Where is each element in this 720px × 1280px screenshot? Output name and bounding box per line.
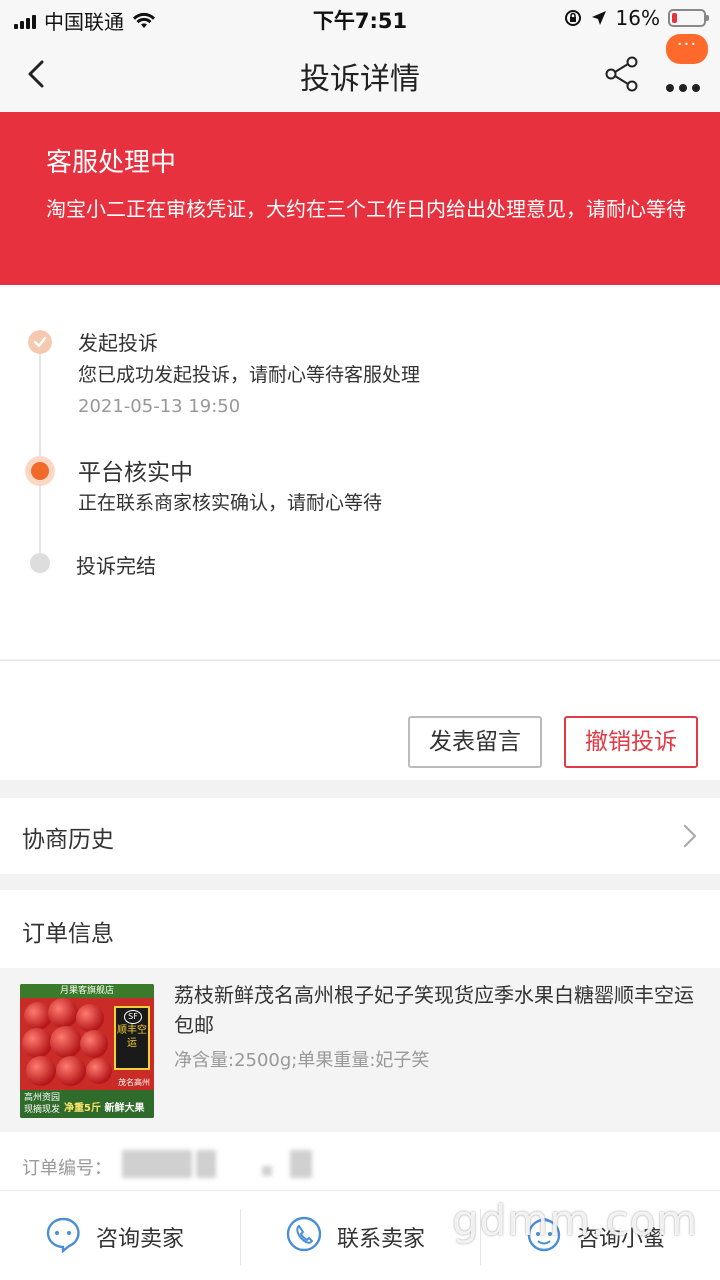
banner-title: 客服处理中 (46, 148, 177, 178)
nav-bar: 投诉详情 (0, 36, 720, 112)
product-spec: 净含量:2500g;单果重量:妃子笑 (174, 1050, 430, 1071)
message-badge[interactable]: ··· (666, 34, 708, 64)
lychee-shape (76, 1004, 104, 1032)
battery-percent: 16% (615, 6, 660, 30)
status-banner: 客服处理中 淘宝小二正在审核凭证，大约在三个工作日内给出处理意见，请耐心等待 (0, 112, 720, 285)
order-info-title: 订单信息 (22, 921, 114, 947)
weight-text: 净重5斤 (64, 1103, 101, 1114)
action-bar: 发表留言 撤销投诉 (0, 660, 720, 780)
step-description: 您已成功发起投诉，请耐心等待客服处理 (78, 364, 421, 386)
watermark: gdmm.com (452, 1196, 699, 1245)
leave-message-button[interactable]: 发表留言 (408, 716, 542, 768)
lychee-shape (48, 998, 78, 1028)
battery-fill (672, 13, 677, 23)
redacted-order-number (196, 1150, 216, 1178)
redacted-order-number (262, 1166, 272, 1176)
battery-icon (668, 9, 709, 27)
lychee-shape (86, 1058, 112, 1084)
product-name[interactable]: 荔枝新鲜茂名高州根子妃子笑现货应季水果白糖罂顺丰空运包邮 (174, 980, 694, 1040)
chevron-right-icon (683, 824, 697, 848)
lychee-shape (56, 1056, 86, 1086)
step-title: 发起投诉 (78, 331, 158, 355)
check-icon (28, 330, 52, 354)
orientation-lock-icon (564, 10, 581, 26)
contact-seller-tab[interactable]: 联系卖家 (241, 1191, 481, 1280)
sf-logo-icon: SF (124, 1010, 142, 1024)
product-card[interactable]: 月果客旗舰店 SF 顺丰空运 茂名高州 高州资园 现摘现发 净重5斤 新鲜大果 … (0, 968, 720, 1132)
consult-seller-tab[interactable]: 咨询卖家 (0, 1191, 240, 1280)
product-image-store: 月果客旗舰店 (20, 984, 154, 998)
step-description: 正在联系商家核实确认，请耐心等待 (78, 492, 383, 514)
negotiation-history-row[interactable]: 协商历史 (0, 798, 720, 874)
banner-description: 淘宝小二正在审核凭证，大约在三个工作日内给出处理意见，请耐心等待 (46, 197, 686, 221)
step-timestamp: 2021-05-13 19:50 (78, 396, 241, 417)
step-title: 投诉完结 (76, 554, 156, 578)
sf-express-badge: SF 顺丰空运 (114, 1006, 150, 1070)
lychee-shape (26, 1056, 56, 1086)
phone-icon (286, 1216, 322, 1252)
product-image-origin: 茂名高州 (118, 1078, 150, 1087)
tagline-text: 新鲜大果 (104, 1103, 145, 1114)
complaint-progress: 发起投诉 您已成功发起投诉，请耐心等待客服处理 2021-05-13 19:50… (0, 285, 720, 659)
tab-label: 咨询卖家 (96, 1227, 185, 1252)
step-title: 平台核实中 (78, 460, 193, 486)
current-step-dot-icon (25, 456, 55, 486)
chat-bubble-icon (46, 1217, 80, 1253)
lychee-shape (50, 1026, 82, 1058)
share-icon[interactable] (602, 54, 642, 94)
sf-badge-text: 顺丰空运 (117, 1025, 147, 1049)
redacted-order-number (290, 1150, 312, 1178)
order-info-section: 订单信息 月果客旗舰店 SF 顺丰空运 茂名高州 高州资园 现摘现发 净重5斤 … (0, 890, 720, 1190)
lychee-shape (80, 1030, 108, 1058)
tab-label: 联系卖家 (337, 1227, 426, 1252)
timeline-line (39, 343, 41, 553)
lychee-shape (22, 1028, 52, 1058)
history-label: 协商历史 (22, 827, 114, 853)
status-bar-right: 16% (564, 6, 709, 30)
product-image[interactable]: 月果客旗舰店 SF 顺丰空运 茂名高州 高州资园 现摘现发 净重5斤 新鲜大果 (20, 984, 154, 1118)
cancel-complaint-button[interactable]: 撤销投诉 (564, 716, 698, 768)
order-number-label: 订单编号： (22, 1158, 112, 1179)
product-image-weight: 净重5斤 新鲜大果 (64, 1099, 144, 1114)
redacted-order-number (122, 1150, 192, 1178)
pending-step-dot-icon (30, 553, 50, 573)
status-bar: 中国联通 下午7:51 16% (0, 0, 720, 36)
location-arrow-icon (591, 11, 606, 25)
